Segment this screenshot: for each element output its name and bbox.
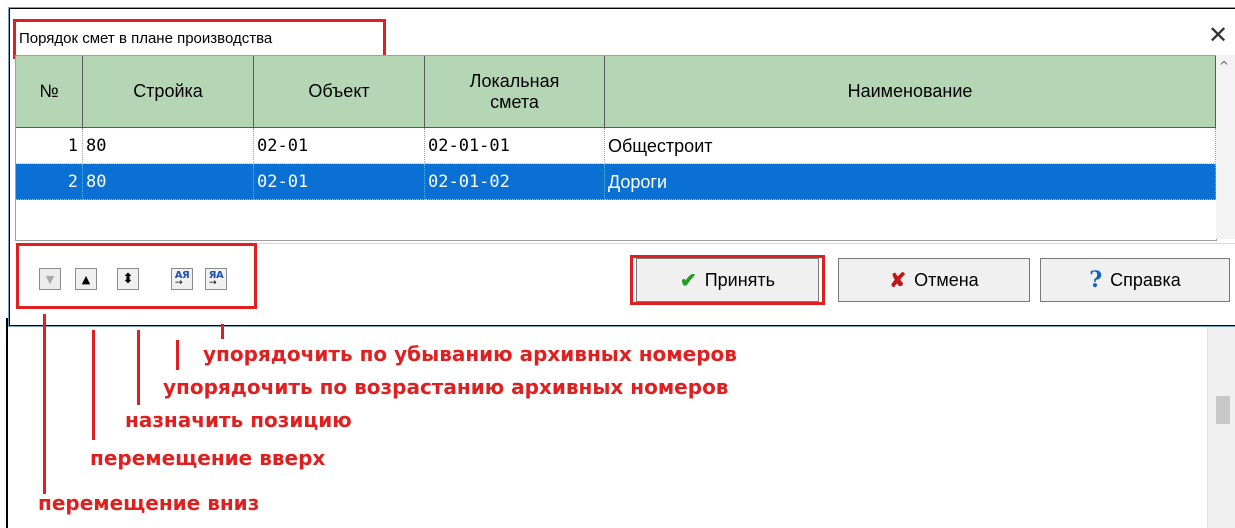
column-header-name[interactable]: Наименование xyxy=(605,56,1216,128)
estimates-table: № Стройка Объект Локальная смета Наимено… xyxy=(15,55,1217,241)
cancel-button[interactable]: ✘ Отмена xyxy=(838,258,1030,302)
row-local-estimate: 02-01-02 xyxy=(425,164,605,200)
annotation-set-position: назначить позицию xyxy=(125,408,352,432)
move-down-button[interactable]: ▼ xyxy=(39,268,61,290)
accept-label: Принять xyxy=(704,269,776,290)
question-mark-icon: ? xyxy=(1089,267,1103,293)
accept-button[interactable]: ✔ Принять xyxy=(636,258,819,302)
column-header-number[interactable]: № xyxy=(16,56,83,128)
column-header-local-estimate[interactable]: Локальная смета xyxy=(425,56,605,128)
table-row[interactable]: 1 80 02-01 02-01-01 Общестроит xyxy=(16,128,1216,164)
annotation-line-sort-desc xyxy=(221,324,224,339)
cross-icon: ✘ xyxy=(889,269,907,292)
reorder-buttons-group: ▼ ▲ ⬍ АЯ → ЯА → xyxy=(16,243,257,309)
sort-descending-button[interactable]: ЯА → xyxy=(205,268,227,290)
up-down-arrows-icon: ⬍ xyxy=(122,271,134,287)
dialog-window: Порядок смет в плане производства ✕ № Ст… xyxy=(9,8,1235,326)
set-position-button[interactable]: ⬍ xyxy=(117,268,139,290)
table-row-selected[interactable]: 2 80 02-01 02-01-02 Дороги xyxy=(16,164,1216,200)
row-stroyka: 80 xyxy=(83,164,254,200)
annotation-move-down: перемещение вниз xyxy=(38,491,260,515)
row-stroyka: 80 xyxy=(83,128,254,164)
move-up-button[interactable]: ▲ xyxy=(75,268,97,290)
annotation-line-sort-asc xyxy=(176,340,179,370)
annotation-sort-ascending: упорядочить по возрастанию архивных номе… xyxy=(163,375,729,399)
cancel-label: Отмена xyxy=(914,269,979,290)
table-header: № Стройка Объект Локальная смета Наимено… xyxy=(16,56,1216,128)
annotation-line-set-position xyxy=(137,330,140,405)
row-object: 02-01 xyxy=(254,164,425,200)
arrow-right-icon: → xyxy=(209,278,217,288)
row-name: Общестроит xyxy=(605,128,1216,164)
annotation-sort-descending: упорядочить по убыванию архивных номеров xyxy=(203,342,737,366)
background-scrollbar[interactable] xyxy=(1207,318,1235,528)
column-header-object[interactable]: Объект xyxy=(254,56,425,128)
row-object: 02-01 xyxy=(254,128,425,164)
close-icon[interactable]: ✕ xyxy=(1204,21,1232,49)
row-name: Дороги xyxy=(605,164,1216,200)
annotation-line-move-up xyxy=(92,330,95,440)
table-scrollbar[interactable]: ^ xyxy=(1216,55,1235,239)
row-number: 2 xyxy=(16,164,83,200)
move-down-icon: ▼ xyxy=(45,272,55,286)
sort-ascending-button[interactable]: АЯ → xyxy=(171,268,193,290)
move-up-icon: ▲ xyxy=(81,272,91,286)
scroll-thumb[interactable] xyxy=(1216,396,1230,424)
annotation-move-up: перемещение вверх xyxy=(90,446,326,470)
scroll-up-icon[interactable]: ^ xyxy=(1219,59,1229,73)
arrow-right-icon: → xyxy=(175,278,183,288)
title-bar: Порядок смет в плане производства ✕ xyxy=(10,9,1235,59)
checkmark-icon: ✔ xyxy=(679,269,697,292)
row-local-estimate: 02-01-01 xyxy=(425,128,605,164)
annotation-line-move-down xyxy=(43,314,46,494)
dialog-title: Порядок смет в плане производства xyxy=(13,19,386,59)
help-button[interactable]: ? Справка xyxy=(1040,258,1230,302)
column-header-stroyka[interactable]: Стройка xyxy=(83,56,254,128)
help-label: Справка xyxy=(1110,269,1181,290)
row-number: 1 xyxy=(16,128,83,164)
